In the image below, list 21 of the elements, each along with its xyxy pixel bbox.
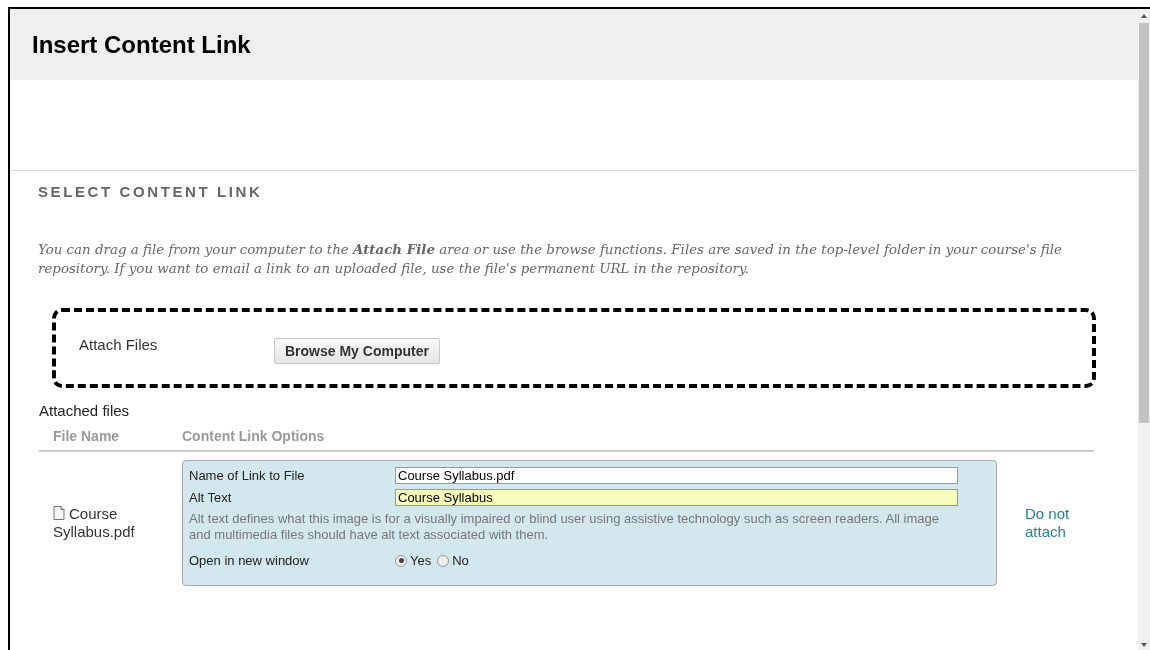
field-label: Name of Link to File <box>189 468 306 483</box>
scrollbar-thumb[interactable] <box>1139 23 1149 423</box>
alt-text-field[interactable]: Course Syllabus <box>395 489 958 506</box>
radio-option[interactable]: Yes <box>395 553 432 568</box>
do-not-attach-link[interactable]: Do not attach <box>1025 505 1085 541</box>
column-header: Content Link Options <box>182 428 325 444</box>
radio-option[interactable]: No <box>437 553 469 568</box>
window-title: Insert Content Link <box>32 30 251 59</box>
browse-button[interactable]: Browse My Computer <box>274 338 440 364</box>
link-name-field[interactable]: Course Syllabus.pdf <box>395 467 958 484</box>
field-label: Open in new window <box>189 553 310 568</box>
drop-zone[interactable]: Attach Files Browse My Computer <box>52 308 1096 388</box>
instructions-text: You can drag a file from your computer to the Attach File area or use the browse functions. Files are saved in the top-level folder in your course's file repository. If you want to email a link to an uploaded file, use the file's permanent URL in the repository. <box>38 240 1063 278</box>
column-header: File Name <box>53 428 121 444</box>
field-label: Alt Text <box>189 490 233 505</box>
document-icon <box>53 506 65 520</box>
attached-files-title: Attached files <box>39 402 131 419</box>
help-text: Alt text defines what this image is for a visually impaired or blind user using assistive technology such as screen readers. All image and multimedia files should have alt text associated with them. <box>189 511 941 543</box>
attach-files-label: Attach Files <box>79 336 159 353</box>
file-name: Course Syllabus.pdf <box>52 505 136 541</box>
section-heading: SELECT CONTENT LINK <box>38 183 264 200</box>
